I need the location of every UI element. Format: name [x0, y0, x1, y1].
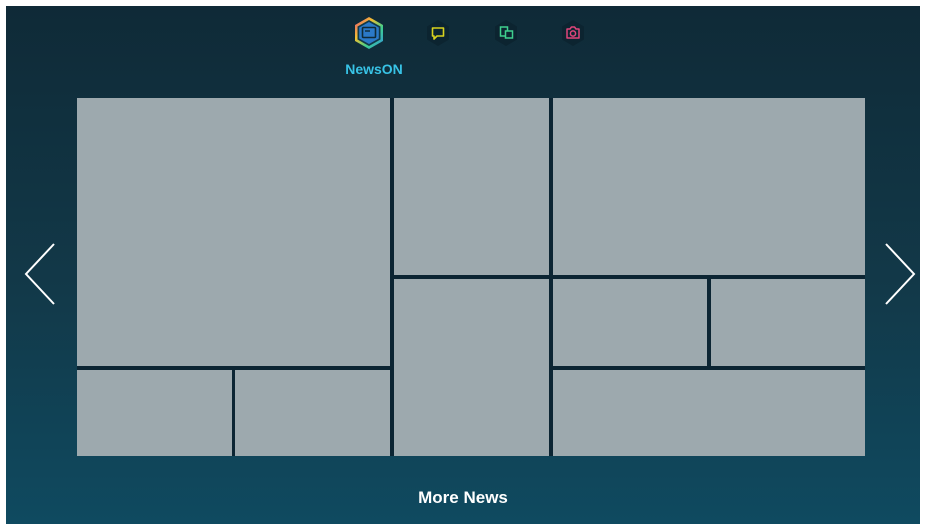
- speech-bubble-icon: [427, 20, 449, 46]
- news-tile[interactable]: [77, 370, 232, 456]
- newspaper-icon: [355, 17, 383, 49]
- nav-item-messages[interactable]: [422, 16, 454, 50]
- prev-page-button[interactable]: [22, 242, 58, 306]
- nav-item-devices[interactable]: [490, 16, 522, 50]
- news-tile-featured[interactable]: [77, 98, 390, 366]
- news-tile[interactable]: [553, 98, 865, 275]
- news-tile[interactable]: [553, 279, 707, 366]
- more-news-button[interactable]: More News: [363, 488, 563, 508]
- multi-device-icon: [495, 20, 517, 46]
- news-grid: [77, 98, 865, 456]
- chevron-right-icon: [885, 243, 916, 305]
- nav-label-newson: NewsON: [345, 61, 403, 77]
- news-tile[interactable]: [394, 98, 549, 275]
- news-tile[interactable]: [394, 279, 549, 456]
- news-home-screen: NewsON More News: [6, 6, 920, 524]
- next-page-button[interactable]: [882, 242, 918, 306]
- chevron-left-icon: [24, 243, 55, 305]
- nav-item-camera[interactable]: [557, 16, 589, 50]
- news-tile[interactable]: [235, 370, 390, 456]
- camera-icon: [562, 20, 584, 46]
- nav-item-newson[interactable]: [353, 16, 385, 50]
- news-tile[interactable]: [553, 370, 865, 456]
- news-tile[interactable]: [711, 279, 865, 366]
